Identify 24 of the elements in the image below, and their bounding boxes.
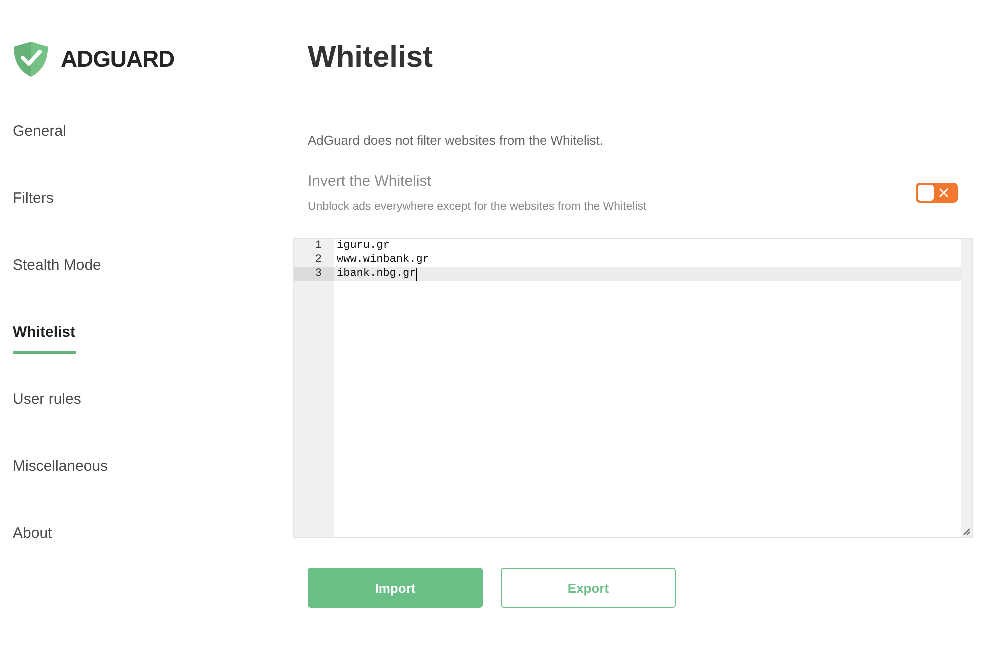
setting-title: Invert the Whitelist <box>308 172 432 192</box>
line-number: 2 <box>315 253 322 268</box>
line-number: 1 <box>315 239 322 254</box>
code-line: iguru.gr <box>337 239 390 254</box>
nav-item[interactable]: User rules <box>13 389 82 420</box>
nav-item[interactable]: About <box>13 523 52 554</box>
page-title: Whitelist <box>308 40 434 76</box>
code-line: ibank.nbg.gr <box>337 267 416 282</box>
nav-item[interactable]: Stealth Mode <box>13 255 102 286</box>
brand-name: ADGUARD <box>61 44 175 74</box>
shield-check-logo-icon <box>13 40 49 78</box>
nav-item[interactable]: Filters <box>13 188 54 220</box>
close-icon <box>939 188 949 198</box>
description-text: AdGuard does not filter websites from the Whitelist. <box>308 132 605 150</box>
line-number: 3 <box>315 267 322 282</box>
resize-handle-icon <box>963 528 971 536</box>
code-line: www.winbank.gr <box>337 253 430 268</box>
rules-editor[interactable]: 1 2 3 iguru.gr www.winbank.gr ibank.nbg.gr <box>293 238 973 538</box>
setting-subtitle: Unblock ads everywhere except for the websites from the Whitelist <box>308 200 647 215</box>
nav-item[interactable]: General <box>13 121 66 152</box>
toggle-switch[interactable] <box>916 183 958 204</box>
nav-item[interactable]: Miscellaneous <box>13 456 108 488</box>
nav-item[interactable]: Whitelist <box>13 322 76 354</box>
text-cursor <box>416 268 418 281</box>
